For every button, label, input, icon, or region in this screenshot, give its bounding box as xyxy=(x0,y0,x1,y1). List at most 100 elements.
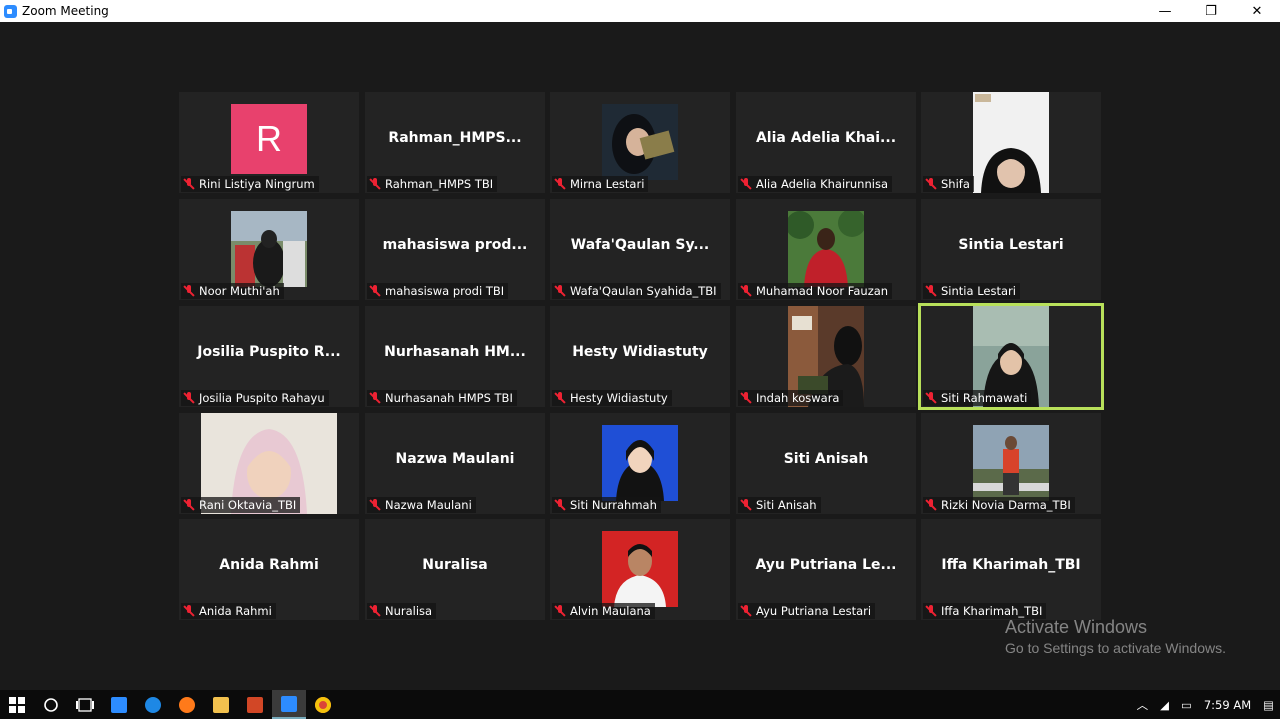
muted-mic-icon xyxy=(369,499,381,511)
zoom-meeting-icon xyxy=(281,695,297,712)
zoom-icon xyxy=(111,696,127,713)
participant-tile[interactable]: Siti Anisah Siti Anisah xyxy=(736,413,916,514)
taskbar-zoom-app[interactable] xyxy=(102,690,136,719)
participant-tile[interactable]: Mirna Lestari xyxy=(550,92,730,193)
participant-name: Alvin Maulana xyxy=(570,604,651,618)
participant-tile[interactable]: Iffa Kharimah_TBI Iffa Kharimah_TBI xyxy=(921,519,1101,620)
participant-tile[interactable]: R Rini Listiya Ningrum xyxy=(179,92,359,193)
participant-name: Wafa'Qaulan Syahida_TBI xyxy=(570,284,717,298)
muted-mic-icon xyxy=(925,499,937,511)
muted-mic-icon xyxy=(554,285,566,297)
participant-name: Nurhasanah HMPS TBI xyxy=(385,391,513,405)
chevron-up-icon[interactable]: ︿ xyxy=(1137,697,1149,713)
participant-display-name: Hesty Widiastuty xyxy=(572,344,708,360)
activate-windows-watermark: Activate Windows Go to Settings to activ… xyxy=(1005,617,1226,656)
start-button[interactable] xyxy=(0,690,34,719)
participant-tile[interactable]: Rani Oktavia_TBI xyxy=(179,413,359,514)
restore-button[interactable]: ❐ xyxy=(1188,0,1234,22)
participant-tile[interactable]: Muhamad Noor Fauzan xyxy=(736,199,916,300)
battery-icon[interactable]: ▭ xyxy=(1181,698,1192,712)
muted-mic-icon xyxy=(183,392,195,404)
participant-name: Ayu Putriana Lestari xyxy=(756,604,872,618)
participant-display-name: Sintia Lestari xyxy=(958,237,1064,253)
participant-tile[interactable]: Hesty Widiastuty Hesty Widiastuty xyxy=(550,306,730,407)
folder-icon xyxy=(213,696,229,713)
video-feed xyxy=(231,211,307,287)
clock[interactable]: 7:59 AM xyxy=(1204,698,1251,712)
muted-mic-icon xyxy=(369,392,381,404)
participant-name: Shifa xyxy=(941,177,970,191)
close-button[interactable]: ✕ xyxy=(1234,0,1280,22)
minimize-button[interactable]: — xyxy=(1142,0,1188,22)
participant-label: Noor Muthi'ah xyxy=(181,283,284,299)
participant-display-name: Nazwa Maulani xyxy=(395,451,515,467)
participant-display-name: Iffa Kharimah_TBI xyxy=(941,557,1081,573)
muted-mic-icon xyxy=(369,285,381,297)
participant-tile-active-speaker[interactable]: Siti Rahmawati xyxy=(918,303,1104,410)
notification-icon[interactable]: ▤ xyxy=(1263,698,1274,712)
participant-label: Rahman_HMPS TBI xyxy=(367,176,498,192)
muted-mic-icon xyxy=(183,499,195,511)
participant-label: Indah koswara xyxy=(738,390,844,406)
taskbar-chrome[interactable] xyxy=(306,690,340,719)
muted-mic-icon xyxy=(369,605,381,617)
participant-display-name: Josilia Puspito R... xyxy=(197,344,341,360)
muted-mic-icon xyxy=(369,178,381,190)
video-feed xyxy=(602,104,678,180)
muted-mic-icon xyxy=(925,178,937,190)
participant-tile[interactable]: Indah koswara xyxy=(736,306,916,407)
participant-name: Mirna Lestari xyxy=(570,177,645,191)
participant-tile[interactable]: Nazwa Maulani Nazwa Maulani xyxy=(365,413,545,514)
participant-label: Sintia Lestari xyxy=(923,283,1020,299)
participant-name: mahasiswa prodi TBI xyxy=(385,284,505,298)
participant-name: Nuralisa xyxy=(385,604,433,618)
participant-tile[interactable]: Siti Nurrahmah xyxy=(550,413,730,514)
participant-tile[interactable]: mahasiswa prod... mahasiswa prodi TBI xyxy=(365,199,545,300)
participant-tile[interactable]: Rizki Novia Darma_TBI xyxy=(921,413,1101,514)
participant-label: Siti Rahmawati xyxy=(923,390,1032,406)
muted-mic-icon xyxy=(183,605,195,617)
participant-tile[interactable]: Nurhasanah HM... Nurhasanah HMPS TBI xyxy=(365,306,545,407)
participant-display-name: Ayu Putriana Le... xyxy=(755,557,897,573)
muted-mic-icon xyxy=(554,499,566,511)
participant-name: Iffa Kharimah_TBI xyxy=(941,604,1043,618)
taskbar-zoom-meeting[interactable] xyxy=(272,690,306,719)
task-view-button[interactable] xyxy=(68,690,102,719)
participant-tile[interactable]: Sintia Lestari Sintia Lestari xyxy=(921,199,1101,300)
window-title: Zoom Meeting xyxy=(22,4,109,18)
participant-tile[interactable]: Ayu Putriana Le... Ayu Putriana Lestari xyxy=(736,519,916,620)
wifi-icon[interactable]: ◢ xyxy=(1160,698,1169,712)
muted-mic-icon xyxy=(740,392,752,404)
participant-tile[interactable]: Wafa'Qaulan Sy... Wafa'Qaulan Syahida_TB… xyxy=(550,199,730,300)
participant-label: Mirna Lestari xyxy=(552,176,649,192)
taskbar-file-explorer[interactable] xyxy=(204,690,238,719)
participant-tile[interactable]: Rahman_HMPS... Rahman_HMPS TBI xyxy=(365,92,545,193)
participant-display-name: Nuralisa xyxy=(422,557,488,573)
video-feed xyxy=(602,425,678,501)
participant-name: Sintia Lestari xyxy=(941,284,1016,298)
participant-label: Rizki Novia Darma_TBI xyxy=(923,497,1075,513)
participant-tile[interactable]: Alvin Maulana xyxy=(550,519,730,620)
participant-label: Josilia Puspito Rahayu xyxy=(181,390,329,406)
participant-tile[interactable]: Shifa xyxy=(921,92,1101,193)
search-button[interactable] xyxy=(34,690,68,719)
participant-name: Hesty Widiastuty xyxy=(570,391,668,405)
participant-tile[interactable]: Alia Adelia Khai... Alia Adelia Khairunn… xyxy=(736,92,916,193)
taskbar-edge[interactable] xyxy=(136,690,170,719)
muted-mic-icon xyxy=(740,499,752,511)
participant-tile[interactable]: Nuralisa Nuralisa xyxy=(365,519,545,620)
participant-tile[interactable]: Noor Muthi'ah xyxy=(179,199,359,300)
taskbar-powerpoint[interactable] xyxy=(238,690,272,719)
participant-display-name: Rahman_HMPS... xyxy=(388,130,522,146)
participant-label: Wafa'Qaulan Syahida_TBI xyxy=(552,283,721,299)
muted-mic-icon xyxy=(925,392,937,404)
window-controls: — ❐ ✕ xyxy=(1142,0,1280,22)
participant-tile[interactable]: Anida Rahmi Anida Rahmi xyxy=(179,519,359,620)
participant-name: Rani Oktavia_TBI xyxy=(199,498,297,512)
participant-name: Noor Muthi'ah xyxy=(199,284,280,298)
participant-tile[interactable]: Josilia Puspito R... Josilia Puspito Rah… xyxy=(179,306,359,407)
participant-display-name: mahasiswa prod... xyxy=(382,237,528,253)
participant-label: mahasiswa prodi TBI xyxy=(367,283,509,299)
taskbar-firefox[interactable] xyxy=(170,690,204,719)
system-tray: ︿ ◢ ▭ 7:59 AM ▤ xyxy=(1131,690,1280,719)
